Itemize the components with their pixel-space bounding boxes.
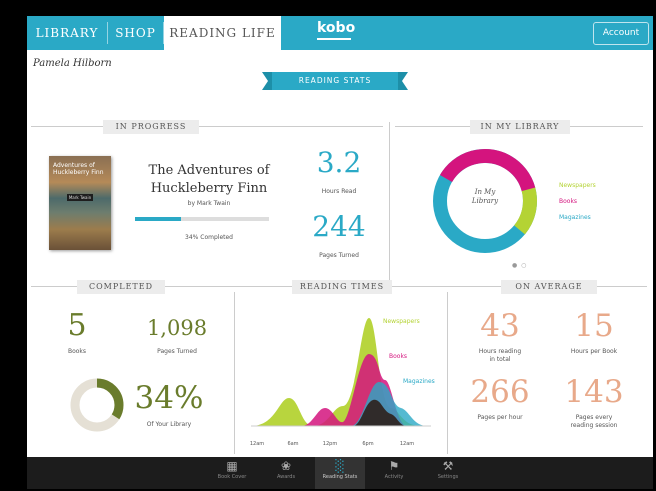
hours-read-label: Hours Read (321, 188, 357, 195)
avg-pages-per-hour-label: Pages per hour (477, 414, 523, 421)
page-indicator-dots[interactable]: ● ○ (512, 262, 527, 269)
nav-label: Awards (276, 474, 296, 480)
avg-pages-per-hour-value: 266 (470, 374, 530, 410)
avg-hours-per-book-value: 15 (574, 308, 614, 344)
nav-book-cover[interactable]: ▦ Book Cover (207, 457, 257, 489)
kobo-logo[interactable]: kobo (317, 20, 355, 36)
divider (389, 122, 390, 280)
library-percent-label: Of Your Library (146, 421, 192, 428)
current-book-author: by Mark Twain (187, 200, 231, 207)
title-line-1: The Adventures of (148, 163, 270, 178)
donut-label-line2: Library (471, 197, 499, 205)
avg-label-line2: reading session (570, 422, 618, 429)
reading-times-title: READING TIMES (292, 280, 392, 294)
nav-awards[interactable]: ❀ Awards (261, 457, 311, 489)
avg-pages-per-session-label: Pages every reading session (549, 414, 639, 430)
reading-times-books: Books (389, 353, 408, 360)
app-screen: LIBRARY SHOP READING LIFE kobo Account P… (27, 16, 653, 489)
tab-reading-life[interactable]: READING LIFE (164, 16, 281, 50)
x-tick-label: 12am (249, 441, 265, 447)
legend-newspapers: Newspapers (559, 182, 596, 189)
book-cover-icon: ▦ (226, 459, 238, 473)
reading-times-newspapers: Newspapers (383, 318, 420, 325)
settings-icon: ⚒ (442, 459, 454, 473)
avg-hours-total-label: Hours reading in total (465, 348, 535, 364)
x-tick-label: 12pm (322, 441, 338, 447)
divider (234, 292, 235, 454)
nav-label: Activity (384, 474, 404, 480)
in-my-library-title: IN MY LIBRARY (470, 120, 570, 134)
avg-pages-per-session-value: 143 (564, 374, 624, 410)
book-cover-author: Mark Twain (67, 194, 93, 201)
reading-stats-title: READING STATS (298, 76, 372, 85)
x-tick-label: 6am (287, 441, 299, 447)
reading-times-magazines: Magazines (403, 378, 435, 385)
books-completed-label: Books (67, 348, 87, 355)
avg-hours-per-book-label: Hours per Book (570, 348, 618, 355)
tab-shop[interactable]: SHOP (108, 16, 163, 50)
user-name: Pamela Hilborn (33, 58, 112, 69)
reading-stats-icon: ░ (335, 459, 345, 473)
nav-label: Book Cover (217, 474, 247, 480)
nav-reading-stats[interactable]: ░ Reading Stats (315, 457, 365, 489)
completed-pages-label: Pages Turned (157, 348, 197, 355)
nav-activity[interactable]: ⚑ Activity (369, 457, 419, 489)
tab-library[interactable]: LIBRARY (27, 16, 107, 50)
divider (447, 292, 448, 454)
legend-magazines: Magazines (559, 214, 591, 221)
current-book-title[interactable]: The Adventures of Huckleberry Finn (129, 162, 289, 198)
library-percent-value: 34% (134, 380, 204, 416)
kobo-logo-underline (317, 38, 351, 40)
awards-icon: ❀ (280, 459, 292, 473)
donut-label-line1: In My (474, 188, 496, 196)
book-cover-title: Adventures of Huckleberry Finn (53, 162, 104, 176)
books-completed-value: 5 (67, 308, 87, 343)
avg-hours-total-value: 43 (480, 308, 520, 344)
reading-progress-fill (135, 217, 181, 221)
divider (31, 126, 383, 127)
avg-label-line1: Pages every (575, 414, 613, 421)
nav-label: Settings (437, 474, 459, 480)
reading-progress-bar (135, 217, 269, 221)
donut-center-label: In My Library (455, 188, 515, 206)
completed-title: COMPLETED (77, 280, 165, 294)
x-tick-label: 6pm (362, 441, 374, 447)
top-nav-bar: LIBRARY SHOP READING LIFE kobo Account (27, 16, 653, 50)
x-tick-label: 12am (399, 441, 415, 447)
pages-turned-label: Pages Turned (319, 252, 359, 259)
legend-books: Books (559, 198, 578, 205)
completed-pages-value: 1,098 (146, 316, 208, 340)
avg-label-line1: Hours reading (478, 348, 522, 355)
in-progress-title: IN PROGRESS (103, 120, 199, 134)
percent-completed-label: 34% Completed (185, 234, 233, 241)
book-cover[interactable]: Adventures of Huckleberry Finn Mark Twai… (49, 156, 111, 250)
title-line-2: Huckleberry Finn (150, 181, 268, 196)
pages-turned-value: 244 (312, 210, 366, 243)
avg-label-line2: in total (489, 356, 511, 363)
bottom-nav-bar: ▦ Book Cover ❀ Awards ░ Reading Stats ⚑ … (27, 457, 653, 489)
on-average-title: ON AVERAGE (501, 280, 597, 294)
nav-label: Reading Stats (322, 474, 358, 480)
activity-icon: ⚑ (388, 459, 400, 473)
nav-settings[interactable]: ⚒ Settings (423, 457, 473, 489)
library-completion-ring (70, 378, 124, 432)
hours-read-value: 3.2 (316, 146, 362, 179)
account-button[interactable]: Account (593, 22, 649, 45)
